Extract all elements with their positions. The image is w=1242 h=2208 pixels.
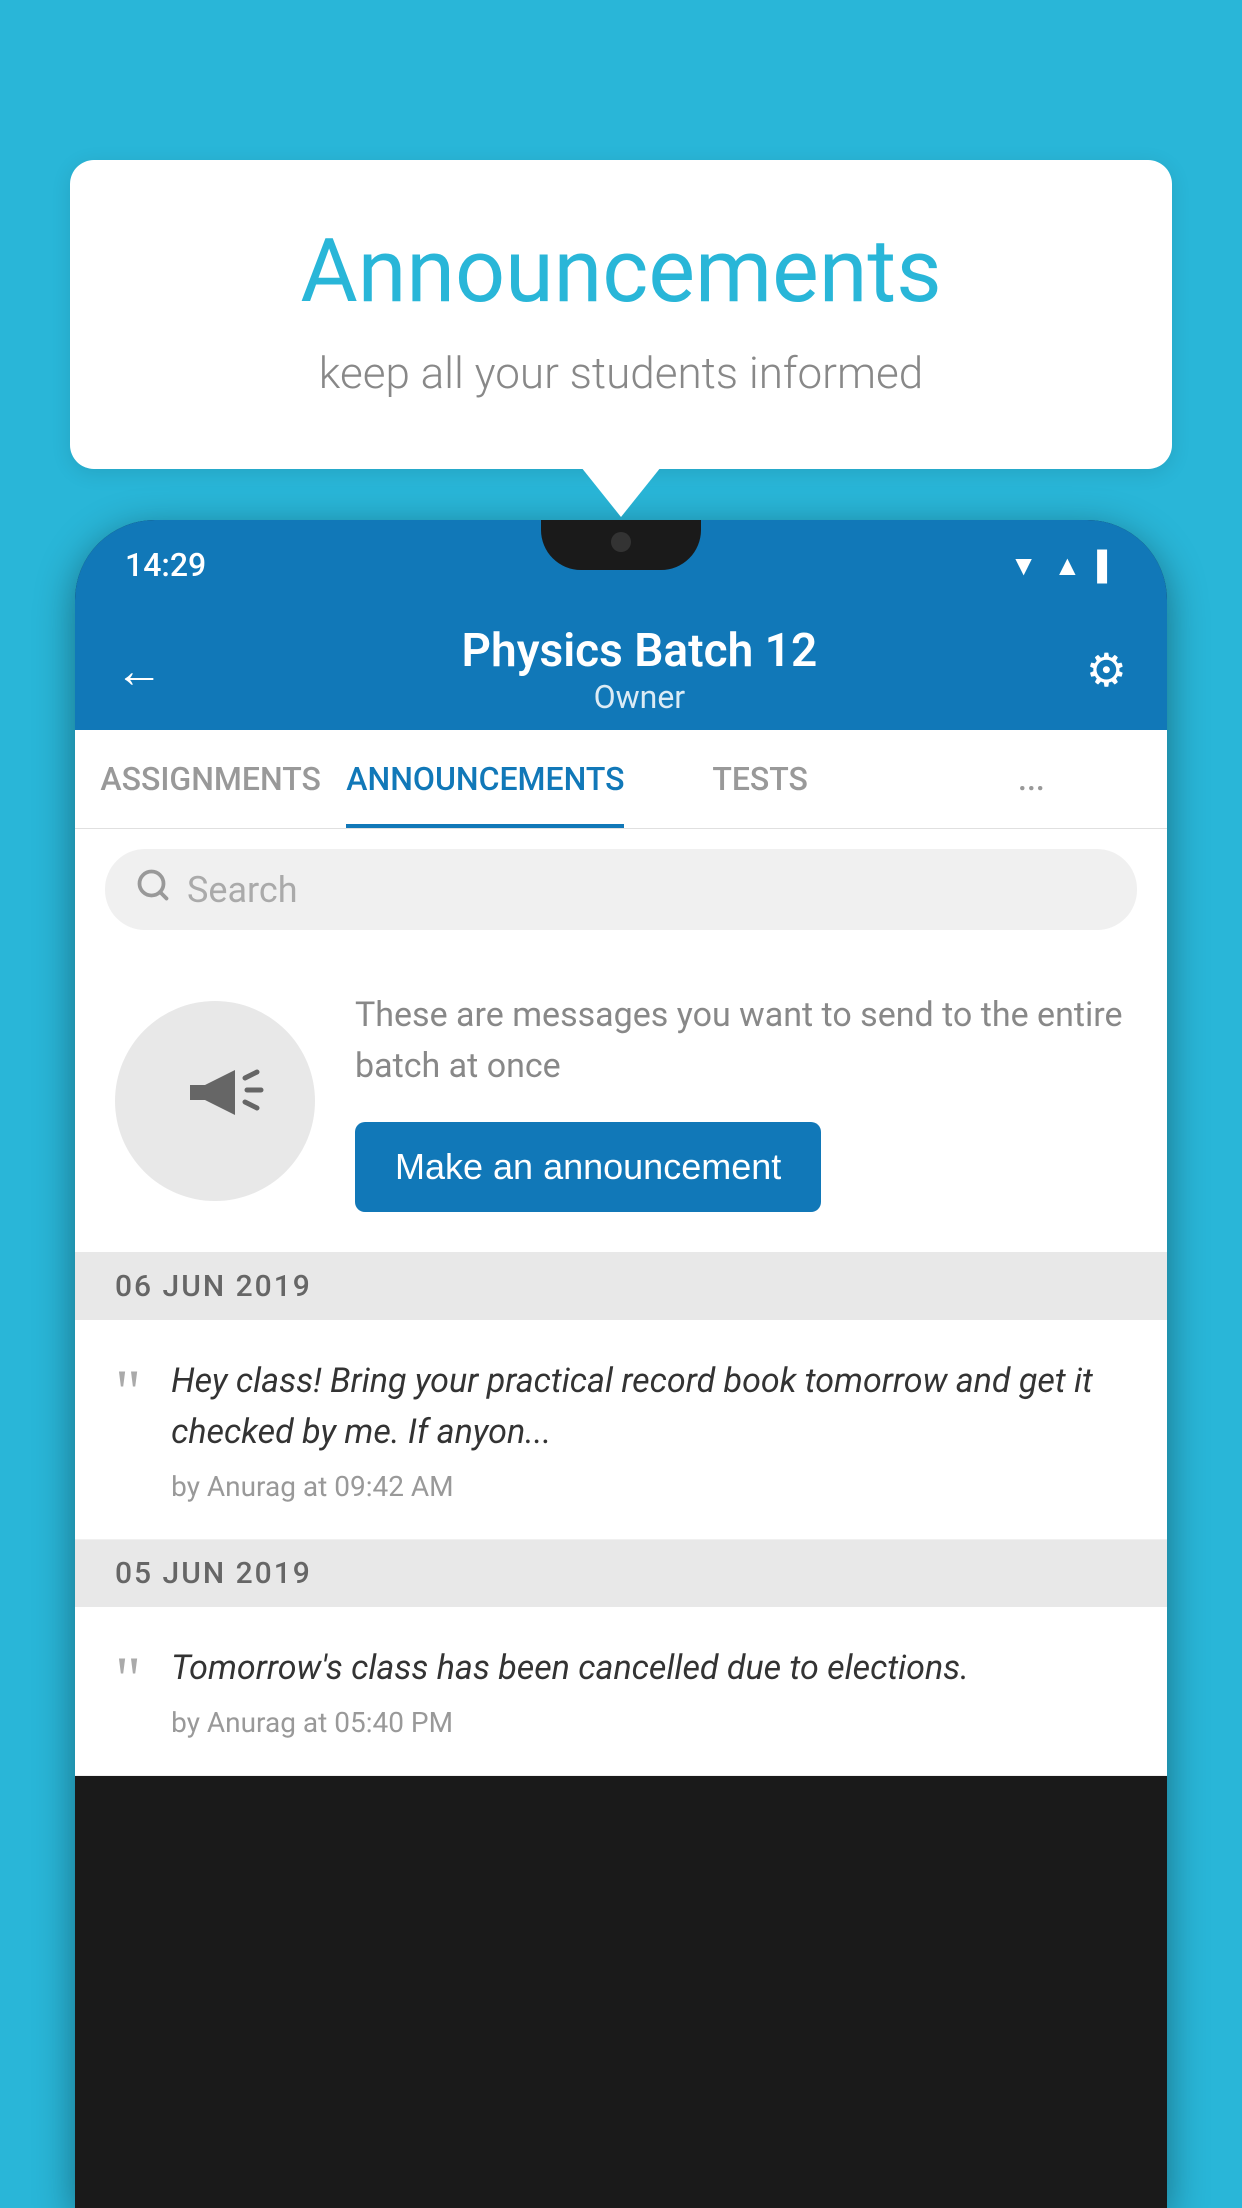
announcement-item-1: " Hey class! Bring your practical record… (75, 1320, 1167, 1540)
quote-icon-1: " (115, 1366, 141, 1417)
back-button[interactable]: ← (115, 642, 163, 699)
tab-assignments[interactable]: ASSIGNMENTS (75, 730, 346, 828)
speech-bubble-section: Announcements keep all your students inf… (70, 160, 1172, 469)
app-header: ← Physics Batch 12 Owner ⚙ (75, 610, 1167, 730)
header-title: Physics Batch 12 (193, 624, 1086, 678)
tab-announcements[interactable]: ANNOUNCEMENTS (346, 730, 624, 828)
status-icons: ▼ ▲ ▌ (1010, 549, 1117, 582)
search-bar[interactable]: Search (105, 849, 1137, 930)
message-content-2: Tomorrow's class has been cancelled due … (171, 1643, 1127, 1739)
quote-icon-2: " (115, 1653, 141, 1704)
announcement-item-2: " Tomorrow's class has been cancelled du… (75, 1607, 1167, 1776)
date-separator-2: 05 JUN 2019 (75, 1540, 1167, 1607)
settings-icon[interactable]: ⚙ (1086, 643, 1127, 698)
announcement-prompt: These are messages you want to send to t… (75, 950, 1167, 1253)
megaphone-icon (165, 1040, 265, 1162)
prompt-text: These are messages you want to send to t… (355, 990, 1127, 1092)
message-meta-2: by Anurag at 05:40 PM (171, 1706, 1127, 1739)
wifi-icon: ▼ (1010, 549, 1038, 582)
status-bar: 14:29 ▼ ▲ ▌ (75, 520, 1167, 610)
bubble-subtitle: keep all your students informed (150, 347, 1092, 399)
notch (541, 520, 701, 570)
signal-icon: ▲ (1053, 549, 1081, 582)
megaphone-circle (115, 1001, 315, 1201)
battery-icon: ▌ (1097, 549, 1117, 582)
camera-dot (611, 532, 631, 552)
prompt-right: These are messages you want to send to t… (355, 990, 1127, 1212)
bubble-title: Announcements (150, 220, 1092, 323)
header-subtitle: Owner (193, 678, 1086, 716)
message-meta-1: by Anurag at 09:42 AM (171, 1470, 1127, 1503)
phone-frame: 14:29 ▼ ▲ ▌ ← Physics Batch 12 Owner ⚙ A… (75, 520, 1167, 2208)
tab-tests[interactable]: TESTS (624, 730, 895, 828)
tab-more[interactable]: ... (896, 730, 1167, 828)
message-text-2: Tomorrow's class has been cancelled due … (171, 1643, 1127, 1694)
speech-bubble: Announcements keep all your students inf… (70, 160, 1172, 469)
header-center: Physics Batch 12 Owner (193, 624, 1086, 716)
search-icon (135, 867, 171, 912)
message-text-1: Hey class! Bring your practical record b… (171, 1356, 1127, 1458)
search-container: Search (75, 829, 1167, 950)
make-announcement-button[interactable]: Make an announcement (355, 1122, 821, 1212)
tabs-bar: ASSIGNMENTS ANNOUNCEMENTS TESTS ... (75, 730, 1167, 829)
date-separator-1: 06 JUN 2019 (75, 1253, 1167, 1320)
message-content-1: Hey class! Bring your practical record b… (171, 1356, 1127, 1503)
search-placeholder: Search (187, 869, 298, 911)
